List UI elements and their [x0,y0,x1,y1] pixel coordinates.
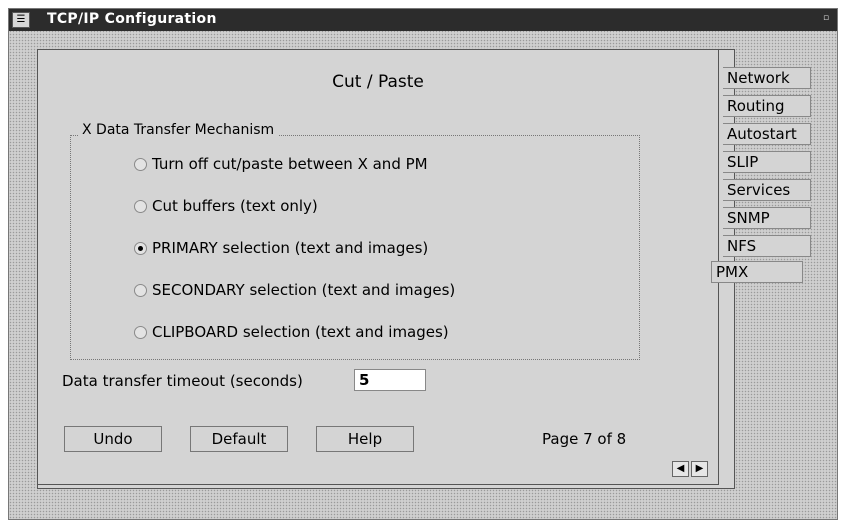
group-title: X Data Transfer Mechanism [78,122,279,138]
tab-pmx[interactable]: PMX [711,261,803,283]
radio-label: Turn off cut/paste between X and PM [152,155,428,173]
radio-button-icon[interactable] [134,157,147,171]
help-label: Help [347,430,383,448]
page-indicator: Page 7 of 8 [542,430,627,448]
tab-snmp[interactable]: SNMP [723,207,811,229]
page-title: Cut / Paste [332,72,424,92]
notebook-page: Cut / Paste X Data Transfer Mechanism Tu… [37,49,719,485]
arrow-right-icon[interactable]: ▶ [691,461,708,477]
radio-button-icon[interactable] [134,199,147,213]
radio-button-icon[interactable] [134,325,147,339]
timeout-input[interactable]: 5 [354,369,426,391]
undo-label: Undo [93,430,133,448]
radio-label: CLIPBOARD selection (text and images) [152,323,449,341]
radio-button-icon[interactable] [134,241,147,255]
restore-icon[interactable]: ▫ [823,13,833,25]
radio-label: SECONDARY selection (text and images) [152,281,456,299]
title-bar[interactable]: ☰ TCP/IP Configuration ▫ [9,9,837,31]
radio-turn-off-cut-paste[interactable]: Turn off cut/paste between X and PM [134,153,428,175]
help-button[interactable]: Help [316,426,414,452]
radio-secondary-selection[interactable]: SECONDARY selection (text and images) [134,279,455,301]
radio-label: Cut buffers (text only) [152,197,318,215]
tcpip-configuration-window: ☰ TCP/IP Configuration ▫ Cut / Paste X D… [8,8,838,520]
page-navigation: ◀ ▶ [672,461,708,477]
tab-slip[interactable]: SLIP [723,151,811,173]
timeout-label: Data transfer timeout (seconds) [62,372,303,390]
tab-network[interactable]: Network [723,67,811,89]
undo-button[interactable]: Undo [64,426,162,452]
arrow-left-icon[interactable]: ◀ [672,461,689,477]
default-label: Default [211,430,267,448]
radio-primary-selection[interactable]: PRIMARY selection (text and images) [134,237,428,259]
radio-button-icon[interactable] [134,283,147,297]
default-button[interactable]: Default [190,426,288,452]
window-title: TCP/IP Configuration [47,11,217,27]
tab-services[interactable]: Services [723,179,811,201]
tab-routing[interactable]: Routing [723,95,811,117]
tab-nfs[interactable]: NFS [723,235,811,257]
system-menu-icon[interactable]: ☰ [12,12,30,28]
radio-cut-buffers[interactable]: Cut buffers (text only) [134,195,318,217]
radio-label: PRIMARY selection (text and images) [152,239,429,257]
radio-clipboard-selection[interactable]: CLIPBOARD selection (text and images) [134,321,449,343]
tab-autostart[interactable]: Autostart [723,123,811,145]
